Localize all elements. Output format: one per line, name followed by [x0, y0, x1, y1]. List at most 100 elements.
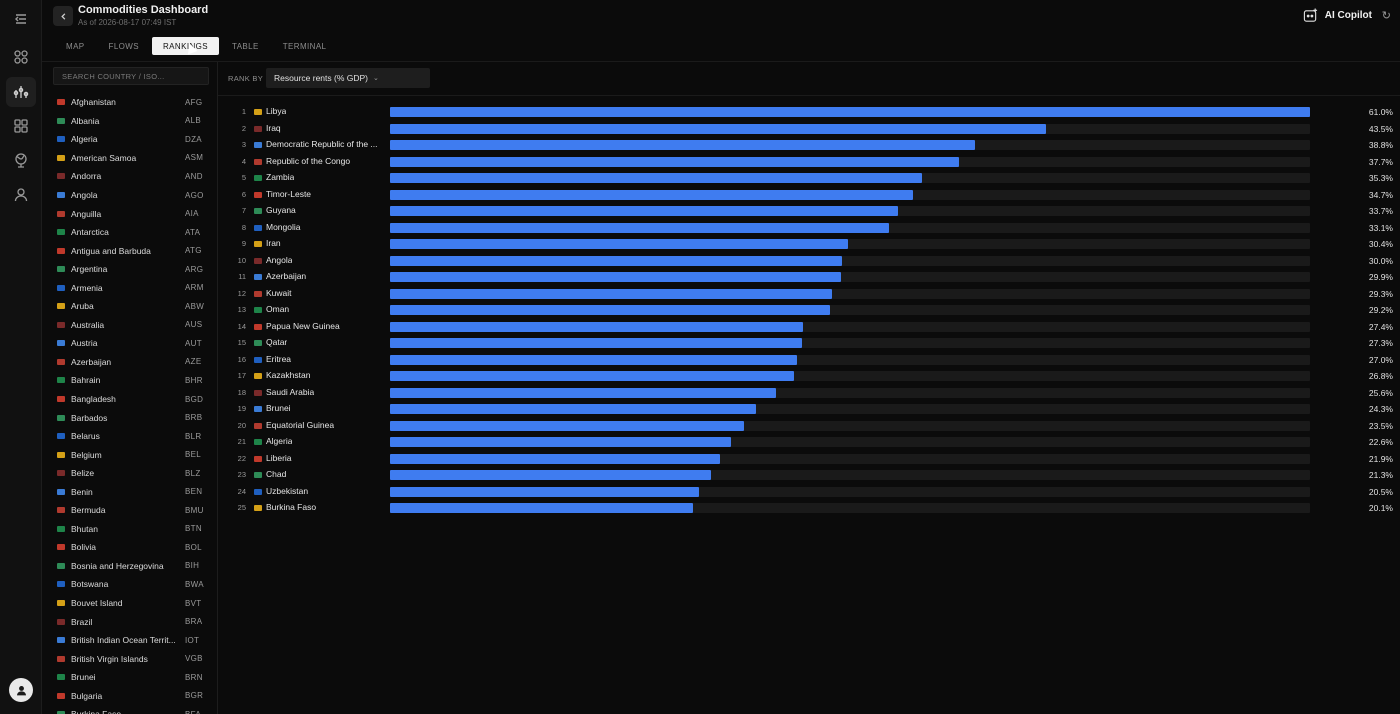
bar-track	[390, 503, 1310, 513]
country-iso: ALB	[185, 116, 202, 126]
user-icon[interactable]	[6, 180, 36, 210]
country-list-item[interactable]: Benin BEN	[42, 482, 217, 501]
ranking-row[interactable]: 20 Equatorial Guinea 23.5%	[218, 418, 1400, 435]
dashboard-grid-icon[interactable]	[6, 42, 36, 72]
analytics-icon[interactable]	[6, 77, 36, 107]
modules-icon[interactable]	[6, 111, 36, 141]
country-list-item[interactable]: Bermuda BMU	[42, 501, 217, 520]
country-list-item[interactable]: Belarus BLR	[42, 427, 217, 446]
country-list-item[interactable]: Barbados BRB	[42, 408, 217, 427]
ranking-country-name: Republic of the Congo	[266, 155, 351, 166]
ranking-row[interactable]: 6 Timor-Leste 34.7%	[218, 187, 1400, 204]
ranking-row[interactable]: 1 Libya 61.0%	[218, 104, 1400, 121]
ranking-row[interactable]: 25 Burkina Faso 20.1%	[218, 500, 1400, 517]
country-name: Bouvet Island	[71, 598, 123, 609]
ranking-country-name: Liberia	[266, 452, 292, 463]
country-list-item[interactable]: Belize BLZ	[42, 464, 217, 483]
tab-flows[interactable]: FLOWS	[98, 37, 150, 55]
ranking-row[interactable]: 7 Guyana 33.7%	[218, 203, 1400, 220]
bar-track	[390, 189, 1310, 200]
ranking-row[interactable]: 13 Oman 29.2%	[218, 302, 1400, 319]
country-list-item[interactable]: Botswana BWA	[42, 575, 217, 594]
country-list-item[interactable]: Afghanistan AFG	[42, 93, 217, 112]
country-list-item[interactable]: Bahrain BHR	[42, 371, 217, 390]
country-list-item[interactable]: Bangladesh BGD	[42, 390, 217, 409]
ranking-country-name: Brunei	[266, 403, 291, 413]
ranking-row[interactable]: 15 Qatar 27.3%	[218, 335, 1400, 352]
refresh-icon[interactable]: ↻	[1382, 9, 1391, 22]
ai-copilot-button[interactable]: AI Copilot	[1303, 8, 1372, 23]
country-list-item[interactable]: Armenia ARM	[42, 278, 217, 297]
rank-by-bar: RANK BY Resource rents (% GDP) ⌄	[218, 62, 1400, 96]
country-list-item[interactable]: British Indian Ocean Territ... IOT	[42, 631, 217, 650]
country-name: Barbados	[71, 412, 108, 423]
ranking-row[interactable]: 12 Kuwait 29.3%	[218, 286, 1400, 303]
ranking-row[interactable]: 16 Eritrea 27.0%	[218, 352, 1400, 369]
country-list-item[interactable]: Albania ALB	[42, 112, 217, 131]
ranking-row[interactable]: 14 Papua New Guinea 27.4%	[218, 319, 1400, 336]
country-list-item[interactable]: American Samoa ASM	[42, 149, 217, 168]
ranking-row[interactable]: 23 Chad 21.3%	[218, 467, 1400, 484]
country-list-item[interactable]: Brazil BRA	[42, 612, 217, 631]
country-list-item[interactable]: Bolivia BOL	[42, 538, 217, 557]
ranking-row[interactable]: 24 Uzbekistan 20.5%	[218, 484, 1400, 501]
ranking-row[interactable]: 9 Iran 30.4%	[218, 236, 1400, 253]
country-list-item[interactable]: Argentina ARG	[42, 260, 217, 279]
tab-table[interactable]: TABLE	[221, 37, 270, 55]
country-iso: AZE	[185, 357, 202, 367]
flag-icon	[57, 655, 65, 662]
ranking-row[interactable]: 11 Azerbaijan 29.9%	[218, 269, 1400, 286]
country-list-item[interactable]: Algeria DZA	[42, 130, 217, 149]
ranking-row[interactable]: 8 Mongolia 33.1%	[218, 220, 1400, 237]
country-list-item[interactable]: Burkina Faso BFA	[42, 705, 217, 714]
country-list-item[interactable]: British Virgin Islands VGB	[42, 649, 217, 668]
search-input[interactable]	[62, 71, 200, 81]
country-list-item[interactable]: Anguilla AIA	[42, 204, 217, 223]
country-list-item[interactable]: Australia AUS	[42, 316, 217, 335]
country-list-item[interactable]: Bhutan BTN	[42, 520, 217, 539]
country-list-item[interactable]: Austria AUT	[42, 334, 217, 353]
ranking-row[interactable]: 17 Kazakhstan 26.8%	[218, 368, 1400, 385]
country-list-item[interactable]: Andorra AND	[42, 167, 217, 186]
ranking-row[interactable]: 4 Republic of the Congo 37.7%	[218, 154, 1400, 171]
ranking-row[interactable]: 21 Algeria 22.6%	[218, 434, 1400, 451]
country-list-item[interactable]: Azerbaijan AZE	[42, 353, 217, 372]
country-iso: BIH	[185, 561, 200, 571]
globe-icon[interactable]	[6, 145, 36, 175]
country-list-item[interactable]: Brunei BRN	[42, 668, 217, 687]
country-iso: BOL	[185, 542, 202, 552]
bar-fill	[390, 420, 745, 431]
ranking-row[interactable]: 5 Zambia 35.3%	[218, 170, 1400, 187]
bar-track	[390, 354, 1310, 365]
country-list-item[interactable]: Bulgaria BGR	[42, 687, 217, 706]
tab-map[interactable]: MAP	[55, 37, 96, 55]
country-list-item[interactable]: Antigua and Barbuda ATG	[42, 241, 217, 260]
country-list-item[interactable]: Aruba ABW	[42, 297, 217, 316]
tab-terminal[interactable]: TERMINAL	[272, 37, 338, 55]
country-list-item[interactable]: Antarctica ATA	[42, 223, 217, 242]
bar-track	[390, 255, 1310, 266]
flag-icon	[57, 600, 65, 607]
avatar[interactable]	[9, 678, 33, 702]
country-search[interactable]	[53, 67, 209, 85]
ranking-row[interactable]: 19 Brunei 24.3%	[218, 401, 1400, 418]
ranking-row[interactable]: 2 Iraq 43.5%	[218, 121, 1400, 138]
country-list-item[interactable]: Belgium BEL	[42, 445, 217, 464]
menu-collapse-icon[interactable]	[6, 4, 36, 34]
ranking-row[interactable]: 22 Liberia 21.9%	[218, 451, 1400, 468]
rank-number: 11	[238, 272, 246, 281]
country-list-item[interactable]: Bosnia and Herzegovina BIH	[42, 557, 217, 576]
rank-number: 14	[237, 321, 246, 331]
ranking-value: 33.1%	[1368, 222, 1393, 233]
rank-by-select[interactable]: Resource rents (% GDP) ⌄	[266, 68, 430, 88]
ranking-row[interactable]: 18 Saudi Arabia 25.6%	[218, 385, 1400, 402]
country-iso: ABW	[185, 301, 205, 311]
ranking-row[interactable]: 10 Angola 30.0%	[218, 253, 1400, 270]
country-list-item[interactable]: Bouvet Island BVT	[42, 594, 217, 613]
ranking-row[interactable]: 3 Democratic Republic of the ... 38.8%	[218, 137, 1400, 154]
back-button[interactable]	[53, 6, 73, 26]
rank-number: 13	[237, 305, 246, 314]
country-list-item[interactable]: Angola AGO	[42, 186, 217, 205]
country-name: Afghanistan	[71, 97, 116, 108]
country-name: Bahrain	[71, 375, 101, 386]
